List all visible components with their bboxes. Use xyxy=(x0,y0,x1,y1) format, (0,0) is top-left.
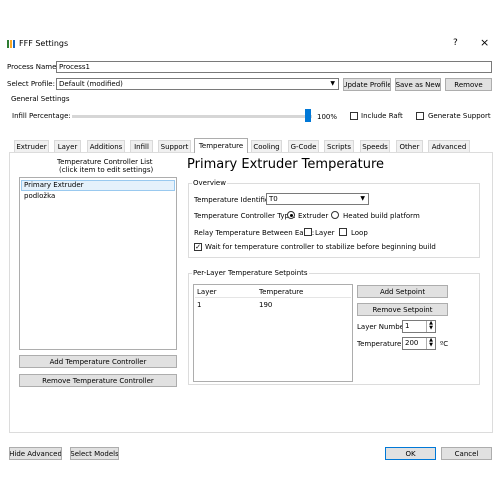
tab-label: Extruder xyxy=(16,142,47,151)
tab-extruder[interactable]: Extruder xyxy=(14,140,49,152)
overview-title: Overview xyxy=(192,179,227,187)
select-profile-label: Select Profile: xyxy=(7,80,55,88)
controller-list-title: Temperature Controller List xyxy=(57,158,153,166)
tab-advanced[interactable]: Advanced xyxy=(428,140,470,152)
process-name-label: Process Name: xyxy=(7,63,59,71)
heated-platform-radio[interactable] xyxy=(331,211,339,219)
process-name-input[interactable]: Process1 xyxy=(56,61,492,73)
remove-setpoint-button[interactable]: Remove Setpoint xyxy=(357,303,448,316)
wait-stabilize-label: Wait for temperature controller to stabi… xyxy=(205,243,436,251)
include-raft-label: Include Raft xyxy=(361,112,403,120)
profile-dropdown-value: Default (modified) xyxy=(59,80,123,88)
window-title: FFF Settings xyxy=(19,39,69,48)
list-item-label: podložka xyxy=(24,192,56,200)
general-settings-title: General Settings xyxy=(11,95,70,103)
relay-loop-label: Loop xyxy=(351,229,368,237)
controller-list-subtitle: (click item to edit settings) xyxy=(59,166,154,174)
layer-number-stepper[interactable]: 1 ▲ ▼ xyxy=(402,320,436,333)
heated-platform-radio-label: Heated build platform xyxy=(343,212,420,220)
tab-layer[interactable]: Layer xyxy=(54,140,81,152)
tab-label: Advanced xyxy=(431,142,467,151)
tab-label: Layer xyxy=(57,142,78,151)
table-header-divider xyxy=(195,297,351,298)
tab-scripts[interactable]: Scripts xyxy=(324,140,354,152)
generate-support-checkbox[interactable] xyxy=(416,112,424,120)
controller-list[interactable]: Primary Extruder podložka xyxy=(19,177,177,350)
generate-support-label: Generate Support xyxy=(428,112,491,120)
tab-support[interactable]: Support xyxy=(158,140,191,152)
save-as-new-button[interactable]: Save as New xyxy=(395,78,441,91)
temperature-identifier-dropdown[interactable]: T0 ▼ xyxy=(266,193,369,205)
tab-gcode[interactable]: G-Code xyxy=(288,140,319,152)
tab-speeds[interactable]: Speeds xyxy=(360,140,390,152)
spin-arrows-icon[interactable]: ▲ ▼ xyxy=(426,338,435,349)
table-cell-layer: 1 xyxy=(197,301,202,309)
table-header-layer: Layer xyxy=(197,288,217,296)
temperature-unit: ºC xyxy=(440,340,449,348)
tab-label: Other xyxy=(399,142,420,151)
app-logo-icon xyxy=(7,40,15,48)
relay-layer-label: Layer xyxy=(315,229,335,237)
setpoint-temperature-value: 200 xyxy=(405,339,419,347)
tab-cooling[interactable]: Cooling xyxy=(251,140,282,152)
controller-type-label: Temperature Controller Type: xyxy=(194,212,296,220)
chevron-down-icon: ▼ xyxy=(360,195,365,202)
wait-stabilize-checkbox[interactable]: ✓ xyxy=(194,243,202,251)
table-cell-temperature: 190 xyxy=(259,301,273,309)
infill-slider[interactable] xyxy=(72,115,312,118)
close-button[interactable]: × xyxy=(480,36,489,49)
list-item[interactable]: Primary Extruder xyxy=(21,180,175,191)
tab-label: Support xyxy=(160,142,189,151)
ok-button[interactable]: OK xyxy=(385,447,436,460)
tab-label: Cooling xyxy=(253,142,280,151)
primary-heading: Primary Extruder Temperature xyxy=(187,157,385,172)
tab-temperature[interactable]: Temperature xyxy=(194,138,248,153)
extruder-radio[interactable] xyxy=(287,211,295,219)
select-models-button[interactable]: Select Models xyxy=(70,447,119,460)
tab-label: G-Code xyxy=(290,142,317,151)
list-item[interactable]: podložka xyxy=(21,192,175,201)
layer-number-value: 1 xyxy=(405,322,410,330)
relay-layer-checkbox[interactable] xyxy=(304,228,312,236)
cancel-button[interactable]: Cancel xyxy=(441,447,492,460)
add-setpoint-button[interactable]: Add Setpoint xyxy=(357,285,448,298)
include-raft-checkbox[interactable] xyxy=(350,112,358,120)
tab-label: Temperature xyxy=(198,142,244,150)
infill-value: 100% xyxy=(317,113,338,121)
tab-label: Scripts xyxy=(327,142,351,151)
table-header-temperature: Temperature xyxy=(259,288,304,296)
temperature-identifier-label: Temperature Identifier xyxy=(194,196,273,204)
extruder-radio-label: Extruder xyxy=(298,212,329,220)
tab-other[interactable]: Other xyxy=(396,140,423,152)
remove-temperature-controller-button[interactable]: Remove Temperature Controller xyxy=(19,374,177,387)
relay-label: Relay Temperature Between Each: xyxy=(194,229,315,237)
infill-slider-handle[interactable] xyxy=(305,109,311,122)
infill-label: Infill Percentage: xyxy=(12,112,71,120)
relay-loop-checkbox[interactable] xyxy=(339,228,347,236)
tab-additions[interactable]: Additions xyxy=(87,140,125,152)
add-temperature-controller-button[interactable]: Add Temperature Controller xyxy=(19,355,177,368)
tab-label: Additions xyxy=(89,142,123,151)
setpoints-title: Per-Layer Temperature Setpoints xyxy=(192,269,309,277)
tab-label: Speeds xyxy=(362,142,388,151)
remove-profile-button[interactable]: Remove xyxy=(445,78,492,91)
tab-infill[interactable]: Infill xyxy=(130,140,153,152)
temperature-identifier-value: T0 xyxy=(269,195,278,203)
setpoint-temperature-stepper[interactable]: 200 ▲ ▼ xyxy=(402,337,436,350)
hide-advanced-button[interactable]: Hide Advanced xyxy=(9,447,62,460)
list-item-label: Primary Extruder xyxy=(24,181,84,189)
spin-arrows-icon[interactable]: ▲ ▼ xyxy=(426,321,435,332)
layer-number-label: Layer Number xyxy=(357,323,407,331)
setpoints-table[interactable]: Layer Temperature 1 190 xyxy=(193,284,353,382)
chevron-down-icon: ▼ xyxy=(330,80,335,87)
tab-label: Infill xyxy=(134,142,149,151)
help-button[interactable]: ? xyxy=(453,38,458,48)
update-profile-button[interactable]: Update Profile xyxy=(343,78,391,91)
setpoint-temperature-label: Temperature xyxy=(357,340,402,348)
profile-dropdown[interactable]: Default (modified) ▼ xyxy=(56,78,339,90)
